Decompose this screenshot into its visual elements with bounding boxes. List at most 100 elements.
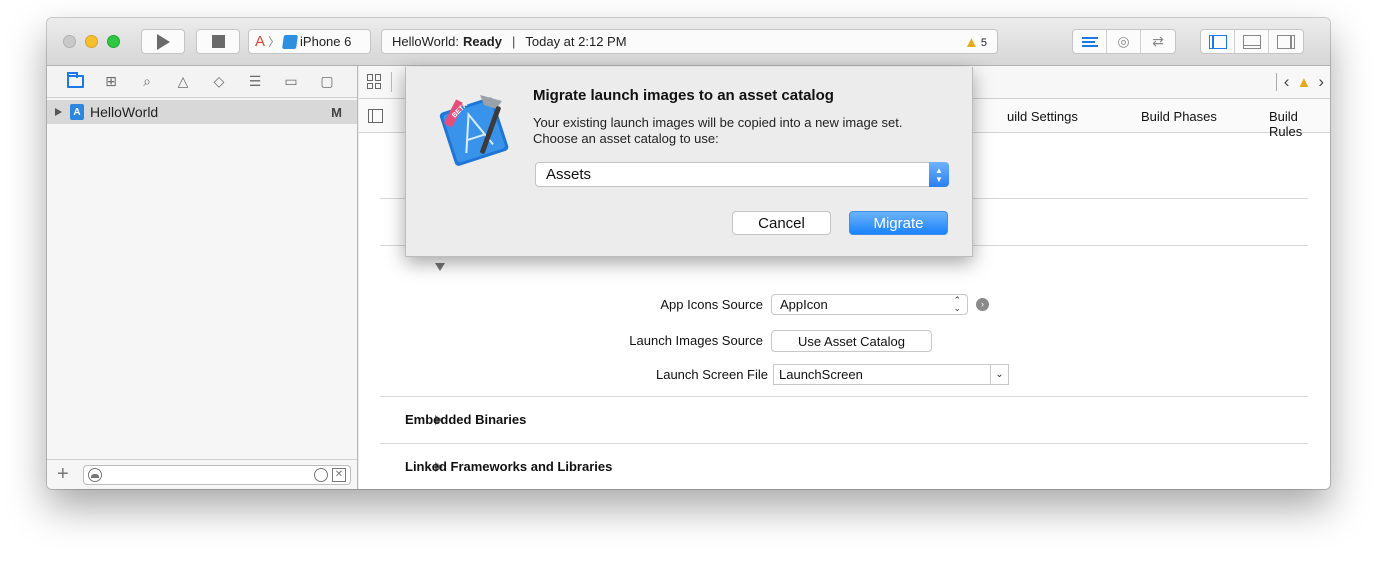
- sheet-message: Your existing launch images will be copi…: [533, 115, 903, 146]
- filter-scope-icon: [88, 467, 102, 482]
- app-scheme-icon: A: [255, 33, 266, 50]
- app-icons-source-value: AppIcon: [780, 297, 828, 312]
- migrate-button[interactable]: Migrate: [849, 211, 948, 235]
- xcode-beta-app-icon: BETA: [439, 95, 509, 166]
- chevron-right-icon: 〉: [268, 35, 281, 49]
- use-asset-catalog-button[interactable]: Use Asset Catalog: [771, 330, 932, 352]
- version-editor-icon: ⇄: [1152, 33, 1164, 49]
- debug-panel-icon: [1242, 34, 1261, 49]
- activity-divider: |: [511, 34, 516, 49]
- asset-catalog-popup[interactable]: Assets ▲ ▼: [535, 162, 949, 187]
- tab-breakpoint-navigator[interactable]: ▭: [281, 72, 301, 92]
- launch-images-source-label: Launch Images Source: [629, 333, 763, 348]
- stop-button[interactable]: [196, 29, 240, 54]
- toolbar: A 〉 iPhone 6 HelloWorld: Ready | Today a…: [47, 18, 1330, 66]
- launch-screen-file-label: Launch Screen File: [655, 367, 768, 382]
- app-icons-source-popup[interactable]: AppIcon ⌃ ⌄: [771, 294, 968, 315]
- test-diamond-icon: ◇: [213, 73, 225, 89]
- project-name: HelloWorld: [90, 104, 159, 120]
- linked-frameworks-header[interactable]: Linked Frameworks and Libraries: [405, 459, 612, 474]
- popup-arrows-icon: ▲ ▼: [929, 162, 949, 187]
- standard-editor-button[interactable]: [1073, 30, 1107, 53]
- run-button[interactable]: [141, 29, 185, 54]
- project-navigator: ⊞ ⌕ △ ◇ ☰ ▭ ▢ A HelloWorld M + ✕: [47, 66, 358, 489]
- folder-icon: [66, 72, 84, 88]
- recent-files-icon[interactable]: [314, 467, 328, 482]
- embedded-binaries-header[interactable]: Embedded Binaries: [405, 412, 526, 427]
- version-editor-button[interactable]: ⇄: [1141, 30, 1175, 53]
- related-items-icon[interactable]: [367, 74, 382, 89]
- tab-build-rules[interactable]: Build Rules: [1269, 109, 1330, 139]
- editor-mode-control: ◎ ⇄: [1072, 29, 1176, 54]
- toggle-debug-area-button[interactable]: [1235, 30, 1269, 53]
- activity-timestamp: Today at 2:12 PM: [525, 34, 627, 49]
- cancel-button[interactable]: Cancel: [732, 211, 831, 235]
- play-icon: [156, 33, 170, 50]
- assistant-editor-icon: ◎: [1117, 33, 1130, 49]
- scm-status-badge: M: [331, 104, 342, 120]
- tab-find-navigator[interactable]: ⌕: [137, 72, 157, 92]
- tab-build-settings[interactable]: uild Settings: [1007, 109, 1078, 124]
- tab-report-navigator[interactable]: ▢: [317, 72, 337, 92]
- view-control: [1200, 29, 1304, 54]
- activity-app-name: HelloWorld:: [392, 34, 459, 49]
- toggle-navigator-button[interactable]: [1201, 30, 1235, 53]
- popup-arrows-icon: ⌃ ⌄: [953, 295, 961, 313]
- project-file-icon: A: [70, 104, 84, 120]
- section-divider: [380, 443, 1308, 444]
- scm-filter-icon[interactable]: ✕: [332, 467, 346, 482]
- launch-screen-file-combo[interactable]: LaunchScreen ⌄: [773, 364, 1009, 385]
- warning-indicator[interactable]: ▲ 5: [964, 34, 987, 51]
- scheme-device-label: iPhone 6: [300, 34, 352, 49]
- app-icons-source-label: App Icons Source: [660, 297, 763, 312]
- launch-screen-file-value: LaunchScreen: [779, 367, 863, 382]
- go-to-asset-icon[interactable]: ›: [976, 298, 989, 311]
- utilities-panel-icon: [1277, 34, 1295, 49]
- tab-symbol-navigator[interactable]: ⊞: [101, 72, 121, 92]
- warning-icon: ▲: [964, 34, 979, 51]
- project-row[interactable]: A HelloWorld M: [47, 100, 357, 124]
- warning-outline-icon: △: [177, 73, 189, 89]
- add-file-button[interactable]: +: [57, 463, 75, 486]
- warning-icon: ▲: [1296, 73, 1312, 91]
- previous-issue-icon[interactable]: ‹: [1284, 72, 1290, 92]
- section-divider: [380, 396, 1308, 397]
- activity-status: Ready: [462, 34, 502, 49]
- standard-editor-icon: [1081, 36, 1098, 47]
- tab-issue-navigator[interactable]: △: [173, 72, 193, 92]
- chevron-down-icon[interactable]: ⌄: [990, 365, 1008, 384]
- navigator-tab-bar: ⊞ ⌕ △ ◇ ☰ ▭ ▢: [47, 66, 357, 98]
- migrate-launch-images-sheet: BETA Migrate launch images to an asset c…: [405, 67, 973, 257]
- navigator-filter-input[interactable]: ✕: [83, 464, 351, 485]
- jumpbar-divider: [391, 72, 392, 92]
- disclosure-triangle-icon[interactable]: [55, 108, 62, 116]
- warning-count: 5: [980, 36, 987, 49]
- hierarchy-icon: ⊞: [105, 73, 117, 89]
- asset-catalog-value: Assets: [546, 166, 592, 183]
- breakpoint-icon: ▭: [284, 73, 298, 89]
- tab-project-navigator[interactable]: [65, 72, 85, 92]
- issue-navigation: ‹ ▲ ›: [1275, 72, 1324, 92]
- section-expanded-icon[interactable]: [435, 263, 445, 271]
- tab-debug-navigator[interactable]: ☰: [245, 72, 265, 92]
- activity-view: HelloWorld: Ready | Today at 2:12 PM ▲ 5: [381, 29, 998, 54]
- window-close-button[interactable]: [63, 35, 76, 48]
- tab-test-navigator[interactable]: ◇: [209, 72, 229, 92]
- targets-sidebar-toggle-icon[interactable]: [368, 109, 383, 123]
- navigator-panel-icon: [1208, 34, 1227, 49]
- tab-build-phases[interactable]: Build Phases: [1141, 109, 1217, 124]
- navigator-filter-bar: + ✕: [47, 459, 357, 489]
- scheme-selector[interactable]: A 〉 iPhone 6: [248, 29, 371, 54]
- report-bubble-icon: ▢: [320, 73, 334, 89]
- assistant-editor-button[interactable]: ◎: [1107, 30, 1141, 53]
- debug-list-icon: ☰: [248, 73, 262, 89]
- jumpbar-separator: [1275, 73, 1277, 91]
- sheet-title: Migrate launch images to an asset catalo…: [533, 87, 834, 104]
- stop-icon: [211, 35, 225, 48]
- device-icon: [282, 34, 299, 49]
- window-minimize-button[interactable]: [85, 35, 98, 48]
- toggle-utilities-button[interactable]: [1269, 30, 1303, 53]
- next-issue-icon[interactable]: ›: [1318, 72, 1324, 92]
- window-zoom-button[interactable]: [107, 35, 120, 48]
- search-icon: ⌕: [143, 73, 151, 89]
